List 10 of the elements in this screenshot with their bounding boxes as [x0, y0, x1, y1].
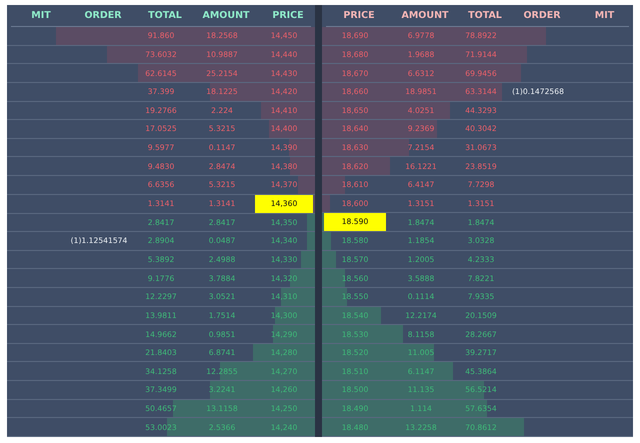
column-header: TOTAL — [148, 10, 182, 22]
column-header: ORDER — [84, 10, 122, 22]
column-header: ORDER — [523, 10, 561, 22]
column-header: TOTAL — [468, 10, 502, 22]
column-header: PRICE — [272, 10, 304, 22]
column-header: MIT — [31, 10, 51, 22]
column-header: AMOUNT — [401, 10, 449, 22]
column-header: MIT — [594, 10, 614, 22]
column-header: PRICE — [343, 10, 375, 22]
column-header: AMOUNT — [202, 10, 250, 22]
